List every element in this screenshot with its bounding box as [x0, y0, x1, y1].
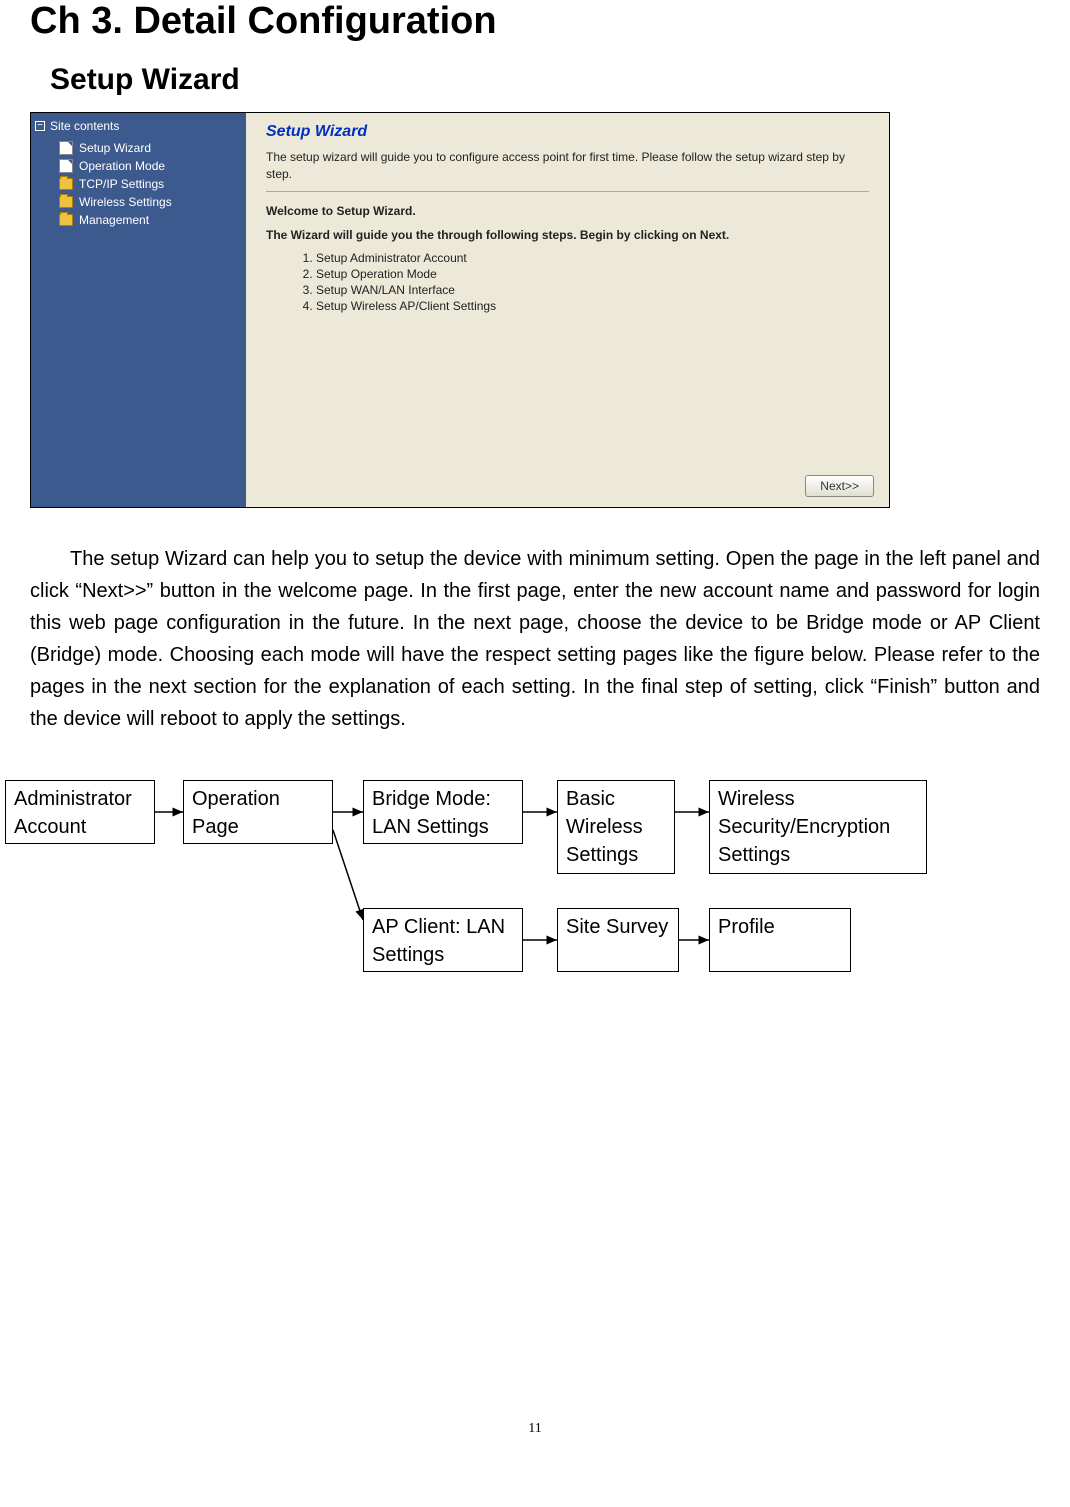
flow-box-basic-wireless: Basic Wireless Settings [557, 780, 675, 874]
sidebar: − Site contents Setup Wizard Operation M… [31, 113, 246, 507]
body-paragraph: The setup Wizard can help you to setup t… [30, 543, 1040, 735]
steps-list: Setup Administrator Account Setup Operat… [316, 250, 869, 314]
page-number: 11 [528, 1421, 541, 1437]
sidebar-item-operation-mode[interactable]: Operation Mode [37, 157, 240, 175]
folder-icon [59, 214, 73, 226]
sidebar-item-label: Wireless Settings [79, 195, 172, 209]
welcome-text: Welcome to Setup Wizard. [266, 204, 869, 218]
folder-icon [59, 178, 73, 190]
section-heading: Setup Wizard [50, 63, 1040, 97]
sidebar-item-management[interactable]: Management [37, 211, 240, 229]
step-item: Setup Operation Mode [316, 266, 869, 282]
step-item: Setup Wireless AP/Client Settings [316, 298, 869, 314]
flow-box-profile: Profile [709, 908, 851, 972]
collapse-icon[interactable]: − [35, 121, 45, 131]
divider [266, 191, 869, 192]
sidebar-title-label: Site contents [50, 119, 119, 133]
flow-box-admin: Administrator Account [5, 780, 155, 844]
main-panel: Setup Wizard The setup wizard will guide… [246, 113, 889, 507]
flow-box-operation: Operation Page [183, 780, 333, 844]
flow-box-bridge: Bridge Mode: LAN Settings [363, 780, 523, 844]
sidebar-item-label: Management [79, 213, 149, 227]
flow-diagram: Administrator Account Operation Page Bri… [5, 780, 925, 1010]
step-item: Setup WAN/LAN Interface [316, 282, 869, 298]
panel-title: Setup Wizard [266, 123, 869, 141]
flow-box-site-survey: Site Survey [557, 908, 679, 972]
chapter-heading: Ch 3. Detail Configuration [30, 0, 1040, 43]
sidebar-item-wireless[interactable]: Wireless Settings [37, 193, 240, 211]
flow-box-security: Wireless Security/Encryption Settings [709, 780, 927, 874]
step-item: Setup Administrator Account [316, 250, 869, 266]
sidebar-item-label: Setup Wizard [79, 141, 151, 155]
guide-text: The Wizard will guide you the through fo… [266, 228, 869, 242]
page-icon [59, 159, 73, 173]
sidebar-title-row[interactable]: − Site contents [35, 119, 240, 133]
sidebar-item-label: Operation Mode [79, 159, 165, 173]
sidebar-item-setup-wizard[interactable]: Setup Wizard [37, 139, 240, 157]
screenshot-figure: − Site contents Setup Wizard Operation M… [30, 112, 890, 508]
panel-description: The setup wizard will guide you to confi… [266, 149, 869, 183]
flow-box-apclient: AP Client: LAN Settings [363, 908, 523, 972]
folder-icon [59, 196, 73, 208]
sidebar-item-tcpip[interactable]: TCP/IP Settings [37, 175, 240, 193]
sidebar-item-label: TCP/IP Settings [79, 177, 164, 191]
next-button[interactable]: Next>> [805, 475, 874, 497]
page-icon [59, 141, 73, 155]
